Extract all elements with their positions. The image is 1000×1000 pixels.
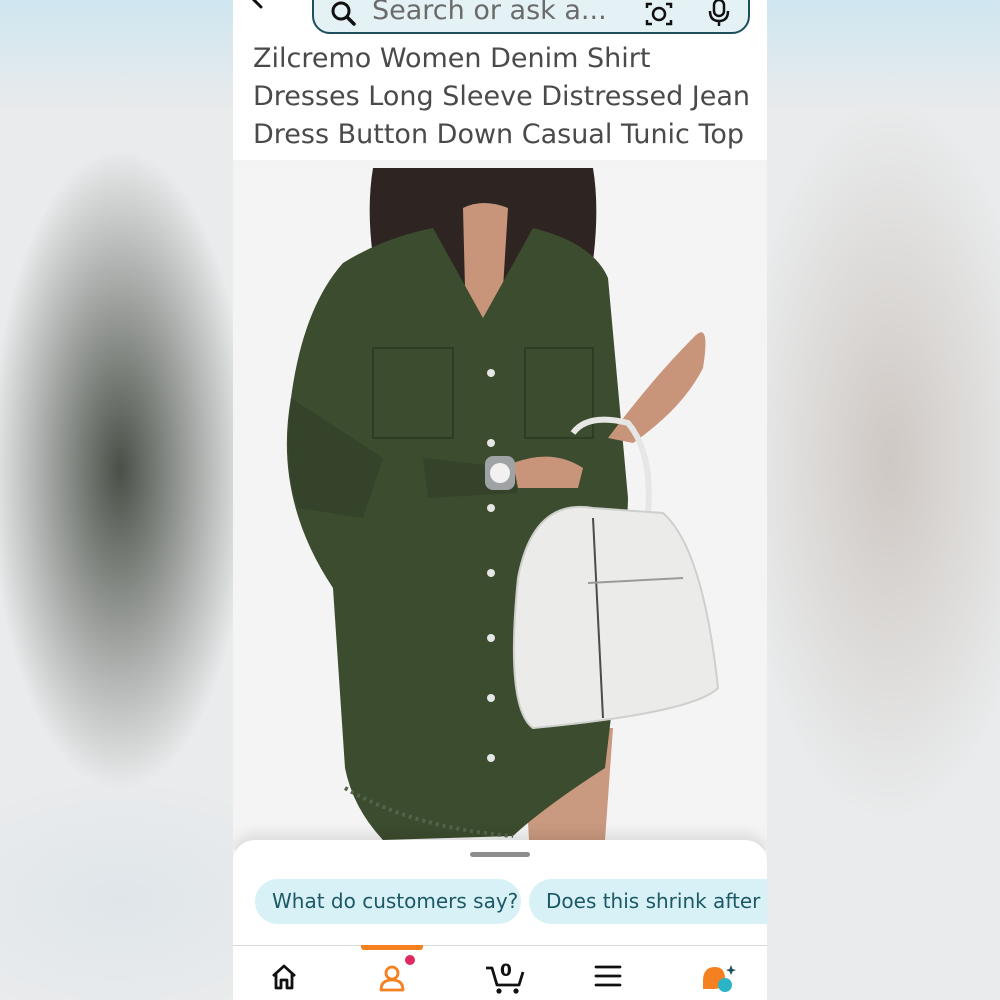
search-icon (331, 1, 356, 26)
nav-home[interactable] (249, 946, 319, 1000)
search-box[interactable] (312, 0, 750, 34)
home-icon (272, 964, 296, 990)
top-search-bar (233, 0, 767, 40)
camera-lens-icon[interactable] (644, 0, 674, 28)
suggestion-chip-customers-say[interactable]: What do customers say? (255, 879, 521, 924)
nav-rufus-assistant[interactable] (681, 946, 751, 1000)
sheet-drag-handle[interactable] (470, 852, 530, 857)
bottom-nav: 0 (233, 945, 767, 1000)
nav-cart[interactable]: 0 (465, 946, 535, 1000)
product-image[interactable] (233, 168, 767, 840)
product-title: Zilcremo Women Denim Shirt Dresses Long … (253, 43, 751, 150)
rufus-assistant-icon (703, 965, 736, 992)
nav-menu[interactable] (573, 946, 643, 1000)
hamburger-menu-icon (594, 965, 622, 987)
product-image-area[interactable] (233, 160, 767, 850)
cart-count: 0 (500, 961, 512, 981)
phone-screen: Zilcremo Women Denim Shirt Dresses Long … (233, 0, 767, 1000)
suggestion-chip-shrink[interactable]: Does this shrink after w (529, 879, 767, 924)
notification-dot (405, 955, 415, 965)
microphone-icon[interactable] (706, 0, 732, 28)
search-input[interactable] (372, 0, 642, 28)
person-icon (379, 965, 405, 992)
suggestion-sheet: What do customers say? Does this shrink … (233, 840, 767, 950)
back-arrow-icon[interactable] (247, 0, 281, 18)
nav-account[interactable] (357, 946, 427, 1000)
